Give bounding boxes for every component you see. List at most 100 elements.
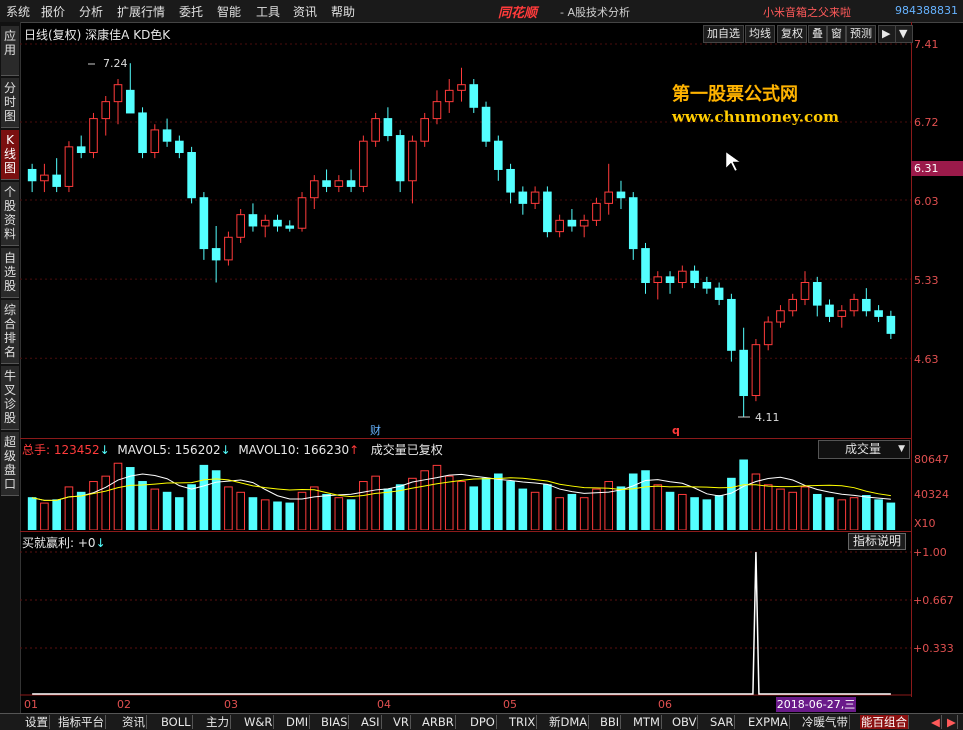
candle[interactable] (432, 90, 442, 125)
menu-tools[interactable]: 工具 (256, 3, 280, 20)
forecast-button[interactable]: 预测 (846, 25, 876, 43)
candle[interactable] (383, 107, 393, 142)
candle[interactable] (359, 135, 368, 193)
candle[interactable] (518, 186, 528, 215)
candle[interactable] (224, 231, 233, 266)
candle[interactable] (763, 316, 773, 351)
candle[interactable] (76, 135, 86, 159)
volume-chart[interactable] (20, 456, 911, 530)
candle[interactable] (727, 293, 736, 362)
candle[interactable] (604, 163, 614, 215)
candle[interactable] (40, 163, 49, 193)
tab-super-level[interactable]: 超级盘口 (1, 432, 19, 496)
candle[interactable] (481, 101, 491, 147)
candle[interactable] (776, 305, 785, 328)
ma-button[interactable]: 均线 (745, 25, 775, 43)
finance-marker[interactable]: 财 (370, 423, 381, 437)
candle[interactable] (874, 305, 883, 323)
candle[interactable] (420, 112, 430, 147)
tab-indicator-platform[interactable]: 指标平台 (57, 715, 106, 729)
candle[interactable] (457, 67, 466, 102)
candle[interactable] (444, 79, 454, 113)
candle[interactable] (862, 288, 871, 317)
candle[interactable] (334, 175, 344, 193)
tab-apps[interactable]: 应用 (1, 26, 19, 76)
tab-wr[interactable]: W&R (243, 715, 275, 729)
adjust-button[interactable]: 复权 (777, 25, 807, 43)
candle[interactable] (248, 203, 258, 232)
add-watchlist-button[interactable]: 加自选 (703, 25, 744, 43)
candle[interactable] (52, 158, 61, 193)
tab-boll[interactable]: BOLL (160, 715, 193, 729)
candle[interactable] (543, 186, 552, 238)
candle[interactable] (125, 63, 135, 114)
tab-bias[interactable]: BIAS (320, 715, 350, 729)
tab-bbi[interactable]: BBI (599, 715, 622, 729)
candle[interactable] (714, 282, 724, 306)
menu-news[interactable]: 资讯 (293, 3, 317, 20)
candle[interactable] (101, 95, 111, 136)
candle[interactable] (211, 225, 221, 283)
candle[interactable] (199, 192, 209, 260)
candle[interactable] (469, 79, 479, 113)
tab-new-dma[interactable]: 新DMA (548, 715, 590, 729)
candle[interactable] (788, 293, 798, 317)
candle[interactable] (113, 79, 123, 125)
candle[interactable] (690, 265, 699, 289)
candle[interactable] (616, 180, 626, 210)
candle[interactable] (150, 124, 160, 159)
candle[interactable] (297, 192, 307, 232)
tab-obv[interactable]: OBV (671, 715, 699, 729)
candle[interactable] (285, 220, 295, 232)
tab-dpo[interactable]: DPO (469, 715, 497, 729)
menu-smart[interactable]: 智能 (217, 3, 241, 20)
menu-analysis[interactable]: 分析 (79, 3, 103, 20)
candle[interactable] (825, 299, 834, 323)
candle[interactable] (886, 310, 896, 340)
candle[interactable] (837, 305, 847, 328)
tab-stock-profile[interactable]: 个股资料 (1, 182, 19, 246)
candle[interactable] (579, 214, 589, 238)
candle[interactable] (236, 209, 245, 243)
menu-trade[interactable]: 委托 (179, 3, 203, 20)
candle[interactable] (739, 327, 748, 417)
tab-kline[interactable]: K线图 (1, 130, 19, 180)
candle[interactable] (567, 209, 577, 232)
window-button[interactable]: 窗 (827, 25, 846, 43)
tab-dmi[interactable]: DMI (285, 715, 311, 729)
tab-news[interactable]: 资讯 (121, 715, 147, 729)
menu-extended[interactable]: 扩展行情 (117, 3, 165, 20)
candle[interactable] (641, 242, 650, 294)
scroll-right-icon[interactable]: ▶ (946, 715, 958, 729)
candle[interactable] (849, 293, 859, 317)
candle[interactable] (408, 135, 417, 204)
tab-vr[interactable]: VR (392, 715, 411, 729)
tab-arbr[interactable]: ARBR (421, 715, 456, 729)
candle[interactable] (800, 271, 810, 306)
candle[interactable] (260, 214, 270, 238)
tab-expma[interactable]: EXPMA (747, 715, 790, 729)
tab-watchlist[interactable]: 自选股 (1, 248, 19, 298)
candle[interactable] (653, 271, 663, 300)
candle[interactable] (678, 265, 687, 289)
menu-quotes[interactable]: 报价 (41, 3, 65, 20)
candle[interactable] (812, 276, 822, 317)
candle[interactable] (665, 271, 675, 294)
tab-ranking[interactable]: 综合排名 (1, 300, 19, 364)
tab-mtm[interactable]: MTM (632, 715, 662, 729)
candle[interactable] (322, 169, 331, 193)
candle[interactable] (702, 276, 712, 294)
user-name[interactable]: 小米音箱之父来啦 (763, 4, 851, 20)
candle[interactable] (592, 197, 601, 226)
tab-diagnosis[interactable]: 牛叉诊股 (1, 366, 19, 430)
kline-chart[interactable]: 7.24 4.11 财 q (20, 42, 911, 438)
tab-energy-combo[interactable]: 能百组合 (860, 715, 909, 729)
candle[interactable] (89, 112, 98, 159)
candle[interactable] (346, 169, 356, 193)
candle[interactable] (555, 214, 564, 238)
candle[interactable] (187, 146, 196, 204)
candle[interactable] (371, 112, 380, 147)
menu-help[interactable]: 帮助 (331, 3, 355, 20)
overlay-button[interactable]: 叠 (808, 25, 827, 43)
tab-main-force[interactable]: 主力 (205, 715, 231, 729)
